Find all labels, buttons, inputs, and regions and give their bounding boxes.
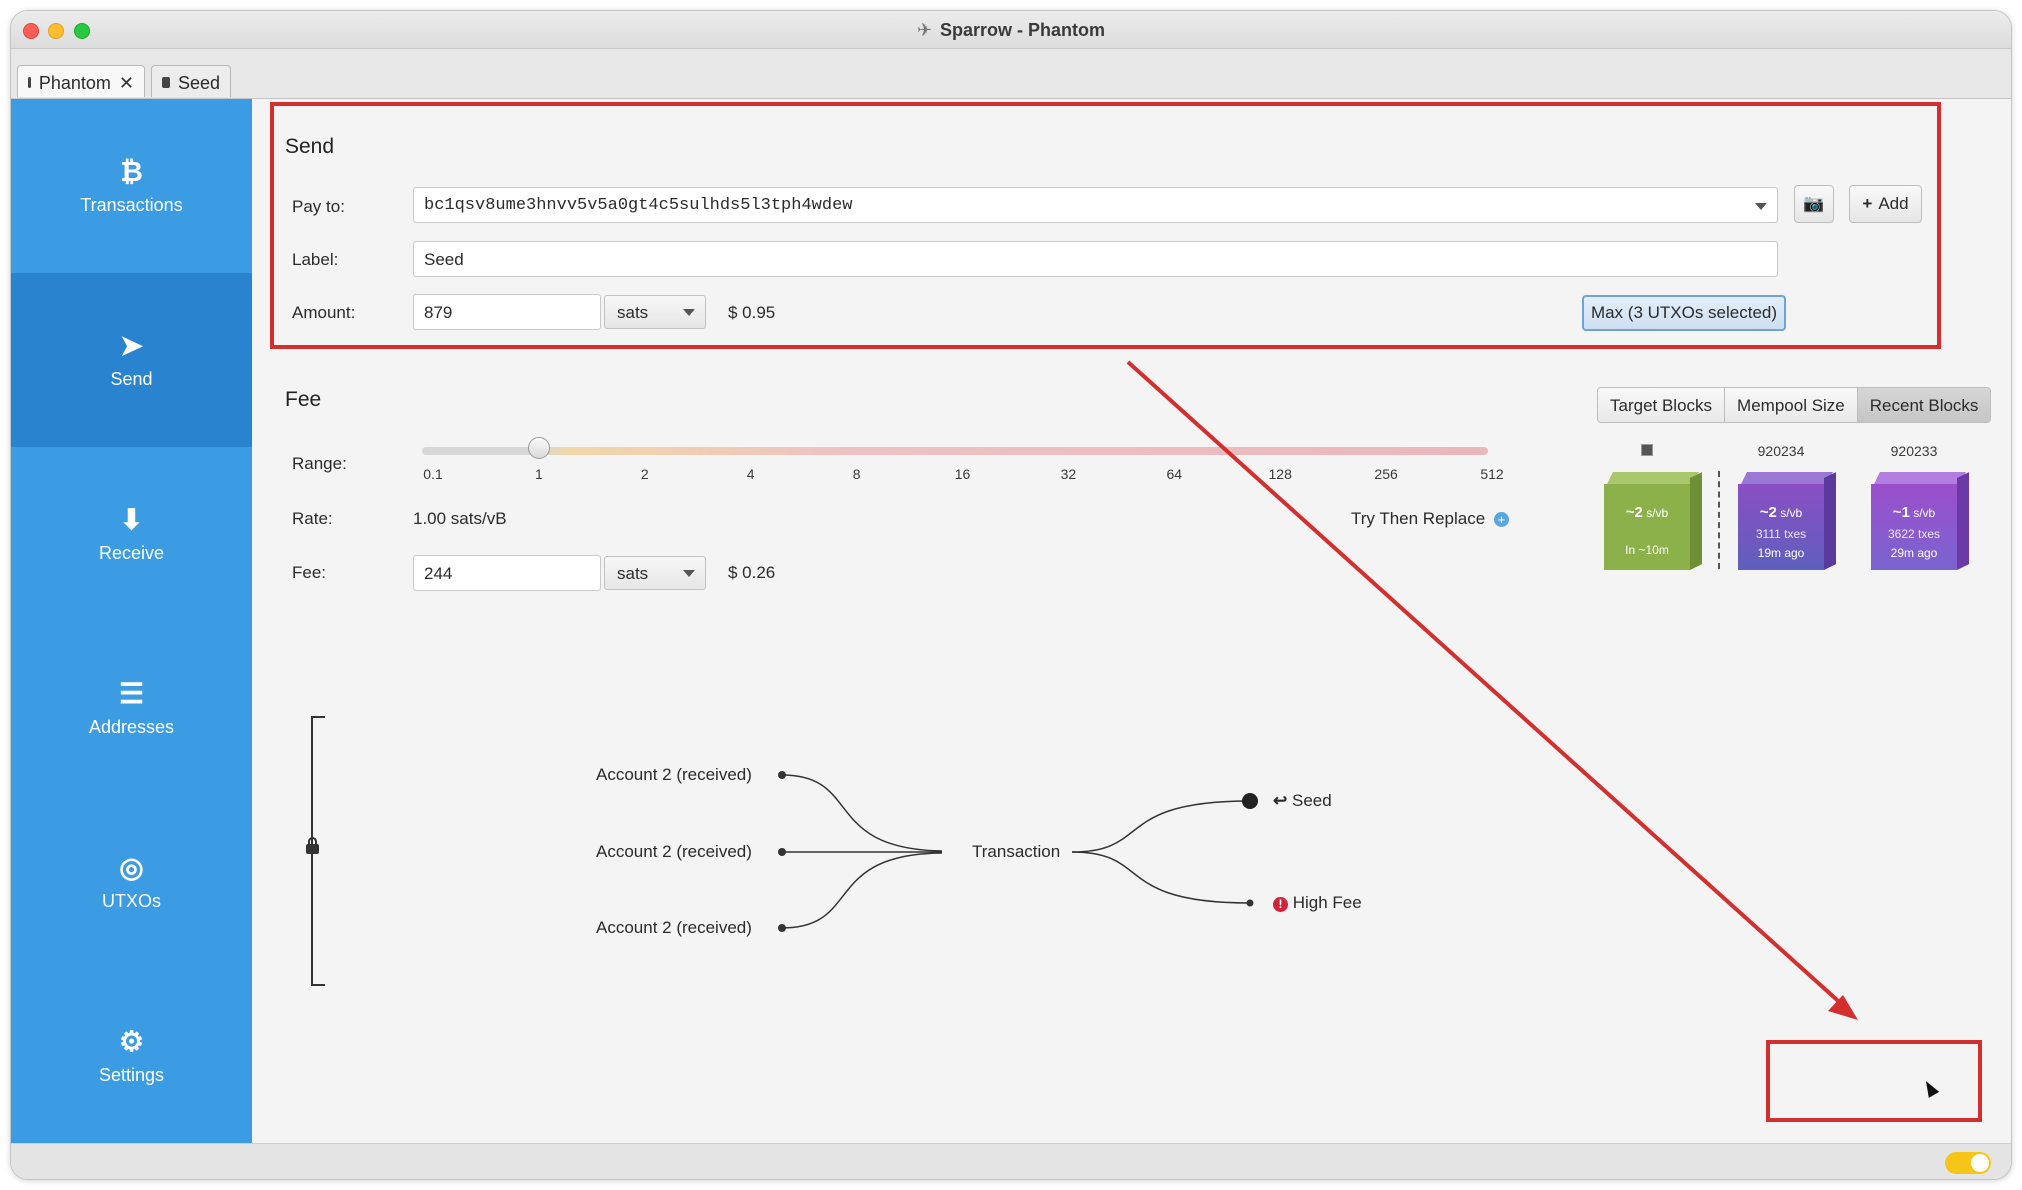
highlight-arrow [1126,360,1858,1020]
